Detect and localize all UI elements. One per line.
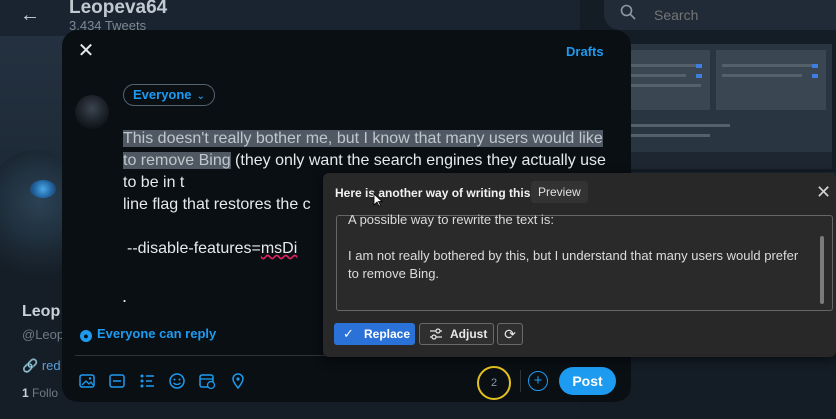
profile-following[interactable]: 1 Follo: [22, 386, 58, 400]
trailing-dot: .: [122, 286, 128, 306]
profile-handle: @Leop: [22, 327, 65, 342]
flag-word-misspelled: msDi: [260, 240, 298, 257]
mouse-cursor-icon: [373, 193, 383, 207]
adjust-label: Adjust: [450, 327, 488, 341]
location-icon[interactable]: [229, 372, 247, 390]
preview-tab[interactable]: Preview: [531, 181, 588, 203]
post-button[interactable]: Post: [559, 367, 616, 395]
reply-setting-button[interactable]: ● Everyone can reply: [80, 326, 216, 342]
media-thumbnail[interactable]: [604, 44, 832, 169]
avatar-eye-detail: [30, 180, 56, 198]
scrollbar[interactable]: [820, 236, 824, 304]
rewrite-title: Here is another way of writing this: [335, 186, 531, 200]
following-count: 1: [22, 386, 29, 400]
replace-button[interactable]: ✓ Replace: [334, 323, 415, 345]
gif-icon[interactable]: [108, 372, 126, 390]
add-post-button[interactable]: +: [528, 371, 548, 391]
refresh-icon: ⟳: [504, 326, 516, 342]
search-input[interactable]: [652, 6, 826, 24]
image-icon[interactable]: [78, 372, 96, 390]
profile-link[interactable]: 🔗 red: [22, 358, 61, 374]
profile-display-name: Leop: [22, 303, 61, 320]
close-icon[interactable]: ✕: [816, 183, 831, 201]
character-counter: 2: [477, 366, 511, 400]
chevron-down-icon: ⌄: [196, 91, 205, 102]
flag-prefix: --disable-features=: [127, 240, 261, 257]
following-label: Follo: [32, 386, 59, 400]
toolbar-separator: [520, 370, 521, 392]
profile-name: Leopeva64: [69, 0, 168, 18]
audience-selector[interactable]: Everyone ⌄: [123, 84, 215, 106]
globe-icon: ●: [80, 330, 92, 342]
audience-label: Everyone: [133, 87, 192, 102]
sliders-icon: [430, 328, 442, 340]
adjust-button[interactable]: Adjust: [419, 323, 494, 345]
flag-line: --disable-features=msDi: [127, 240, 297, 258]
back-arrow-icon[interactable]: ←: [20, 4, 40, 27]
checkmark-icon: ✓: [343, 326, 354, 341]
avatar[interactable]: [75, 95, 109, 129]
replace-label: Replace: [364, 327, 411, 341]
schedule-icon[interactable]: [198, 372, 216, 390]
regenerate-button[interactable]: ⟳: [497, 323, 523, 345]
emoji-icon[interactable]: [168, 372, 186, 390]
rewrite-intro: A possible way to rewrite the text is:: [348, 212, 554, 227]
profile-link-text[interactable]: red: [42, 358, 61, 373]
search-icon: [620, 4, 636, 25]
rewrite-suggestion: I am not really bothered by this, but I …: [348, 248, 799, 281]
poll-icon[interactable]: [138, 372, 156, 390]
drafts-button[interactable]: Drafts: [566, 44, 604, 59]
tweet-text-line3: line flag that restores the c: [123, 196, 311, 213]
close-icon[interactable]: ✕: [76, 41, 96, 61]
reply-setting-label: Everyone can reply: [97, 326, 217, 341]
